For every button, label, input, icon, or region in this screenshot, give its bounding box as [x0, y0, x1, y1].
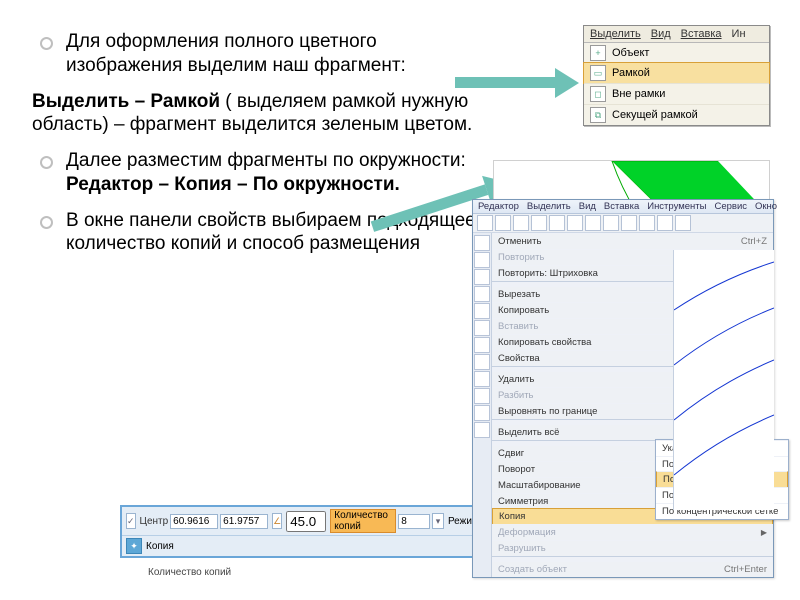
item-shortcut: Ctrl+Z: [741, 236, 767, 247]
property-bar: ✓ Центр ∠ Количество копий ▾ Режим ◯ ◉ ✦…: [120, 505, 484, 558]
menu-item-label: Объект: [612, 47, 649, 59]
item-label: Поворот: [498, 464, 535, 475]
menu-item-icon: ◻: [590, 86, 606, 102]
para-2: Выделить – Рамкой ( выделяем рамкой нужн…: [32, 90, 477, 138]
item-label: Деформация: [498, 527, 556, 538]
center-y-input[interactable]: [220, 514, 268, 529]
item-label: Выделить всё: [498, 427, 559, 438]
p2a: Выделить – Рамкой: [32, 91, 220, 112]
item-label: Симметрия: [498, 496, 548, 507]
item-label: Сдвиг: [498, 448, 524, 459]
p1: Для оформления полного цветного изображе…: [66, 31, 406, 76]
menu-item-icon: ▭: [590, 65, 606, 81]
item-label: Вставить: [498, 321, 538, 332]
select-menu-item-3[interactable]: ⧉ Секущей рамкой: [584, 104, 769, 125]
select-menu-bar: Выделить Вид Вставка Ин: [584, 26, 769, 43]
menubar-view[interactable]: Вид: [651, 28, 671, 40]
item-label: Масштабирование: [498, 480, 581, 491]
menubar-cut: Ин: [732, 28, 746, 40]
editor-item-0[interactable]: Отменить Ctrl+Z: [492, 233, 773, 249]
editor-menu-6[interactable]: Окно: [755, 201, 777, 212]
center-label: Центр: [140, 516, 169, 527]
item-shortcut: Ctrl+Enter: [724, 564, 767, 575]
select-menu-panel: Выделить Вид Вставка Ин + Объект ▭ Рамкой ◻ В…: [583, 25, 770, 126]
select-menu-item-2[interactable]: ◻ Вне рамки: [584, 83, 769, 104]
copy-label: Копия: [146, 541, 174, 552]
count-input[interactable]: [398, 514, 430, 529]
select-menu-item-1[interactable]: ▭ Рамкой: [583, 62, 770, 84]
item-label: Создать объект: [498, 564, 567, 575]
item-label: Копировать свойства: [498, 337, 591, 348]
menu-item-label: Секущей рамкой: [612, 109, 698, 121]
editor-menu-3[interactable]: Вставка: [604, 201, 639, 212]
editor-item-21: Деформация ▶: [492, 524, 773, 540]
editor-menu-1[interactable]: Выделить: [527, 201, 571, 212]
editor-menu-4[interactable]: Инструменты: [647, 201, 706, 212]
stepper-icon[interactable]: ▾: [432, 513, 444, 529]
editor-item-22: Разрушить: [492, 540, 773, 556]
item-label: Вырезать: [498, 289, 540, 300]
copy-gear-icon[interactable]: ✦: [126, 538, 142, 554]
arrow-to-menu: [455, 72, 580, 94]
check-icon[interactable]: ✓: [126, 513, 136, 529]
item-label: Повторить: [498, 252, 544, 263]
item-label: Выровнять по границе: [498, 406, 597, 417]
editor-menu-0[interactable]: Редактор: [478, 201, 519, 212]
angle-icon[interactable]: ∠: [272, 513, 282, 529]
editor-window: Редактор Выделить Вид Вставка Инструменты Сер…: [472, 199, 774, 578]
editor-menu-5[interactable]: Сервис: [714, 201, 747, 212]
bullet-3: Далее разместим фрагменты по окружности:…: [32, 149, 477, 197]
submenu-arrow-icon: ▶: [761, 528, 767, 537]
editor-canvas: [673, 250, 774, 510]
item-label: Копировать: [498, 305, 549, 316]
angle-input[interactable]: [286, 511, 326, 532]
tooltip: Количество копий: [148, 567, 231, 578]
item-label: Отменить: [498, 236, 541, 247]
item-label: Копия: [499, 511, 525, 522]
menubar-select[interactable]: Выделить: [590, 28, 641, 40]
editor-toolbar: [473, 214, 773, 233]
menu-item-label: Вне рамки: [612, 88, 665, 100]
p3b: Редактор – Копия – По окружности.: [66, 174, 400, 195]
center-x-input[interactable]: [170, 514, 218, 529]
item-label: Разрушить: [498, 543, 546, 554]
item-label: Разбить: [498, 390, 534, 401]
count-label: Количество копий: [330, 509, 396, 533]
editor-menubar: Редактор Выделить Вид Вставка Инструменты Сер…: [473, 200, 773, 214]
p3a: Далее разместим фрагменты по окружности:: [66, 150, 466, 171]
editor-menu-2[interactable]: Вид: [579, 201, 596, 212]
item-label: Удалить: [498, 374, 534, 385]
item-label: Повторить: Штриховка: [498, 268, 598, 279]
select-menu-item-0[interactable]: + Объект: [584, 43, 769, 63]
editor-sidebar: [473, 233, 492, 577]
menu-item-icon: ⧉: [590, 107, 606, 123]
item-label: Свойства: [498, 353, 540, 364]
bullet-1: Для оформления полного цветного изображе…: [32, 30, 477, 78]
menubar-insert[interactable]: Вставка: [681, 28, 722, 40]
editor-item-24: Создать объект Ctrl+Enter: [492, 561, 773, 577]
menu-item-icon: +: [590, 45, 606, 61]
menu-item-label: Рамкой: [612, 67, 650, 79]
